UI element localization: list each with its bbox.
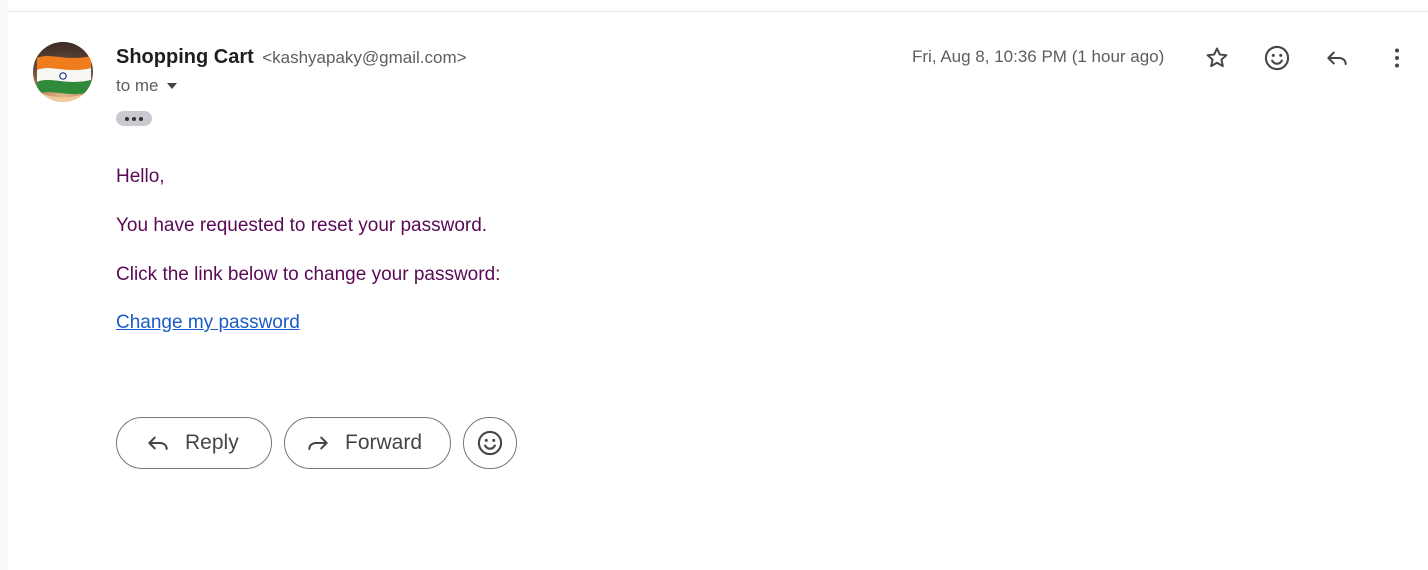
more-options-button[interactable] <box>1379 40 1415 76</box>
body-line: You have requested to reset your passwor… <box>116 215 488 236</box>
dot-icon <box>139 116 143 121</box>
sender-line: Shopping Cart <kashyapaky@gmail.com> <box>116 44 467 72</box>
link-paragraph: Change my password <box>116 312 300 334</box>
sender-avatar[interactable] <box>33 42 93 102</box>
emoji-icon <box>477 430 503 456</box>
star-icon <box>1206 47 1228 68</box>
star-button[interactable] <box>1199 40 1235 76</box>
flag-avatar-image <box>33 42 93 102</box>
dot-icon <box>125 116 129 121</box>
reply-icon <box>145 430 171 456</box>
emoji-reaction-button[interactable] <box>463 417 517 469</box>
dot-icon <box>132 116 136 121</box>
add-reaction-button[interactable] <box>1259 40 1295 76</box>
email-message-pane: Shopping Cart <kashyapaky@gmail.com> to … <box>8 0 1428 570</box>
emoji-icon <box>1264 45 1290 71</box>
change-password-link[interactable]: Change my password <box>116 312 300 333</box>
divider <box>8 11 1428 12</box>
forward-label: Forward <box>345 431 423 454</box>
chevron-down-icon <box>166 83 177 89</box>
message-timestamp: Fri, Aug 8, 10:36 PM (1 hour ago) <box>912 47 1165 66</box>
recipient-details-toggle[interactable]: to me <box>116 76 177 96</box>
sender-name[interactable]: Shopping Cart <box>116 46 254 68</box>
reply-pill-button[interactable]: Reply <box>116 417 272 469</box>
reply-icon <box>1327 51 1347 65</box>
greeting-text: Hello, <box>116 166 165 187</box>
forward-icon <box>305 430 331 456</box>
show-trimmed-content-button[interactable] <box>116 111 152 126</box>
body-line: Click the link below to change your pass… <box>116 264 501 285</box>
forward-pill-button[interactable]: Forward <box>284 417 451 469</box>
sender-email: <kashyapaky@gmail.com> <box>262 48 467 67</box>
reply-button[interactable] <box>1319 40 1355 76</box>
reply-label: Reply <box>185 431 239 454</box>
more-vert-icon <box>1395 48 1399 68</box>
recipient-label: to me <box>116 76 159 95</box>
